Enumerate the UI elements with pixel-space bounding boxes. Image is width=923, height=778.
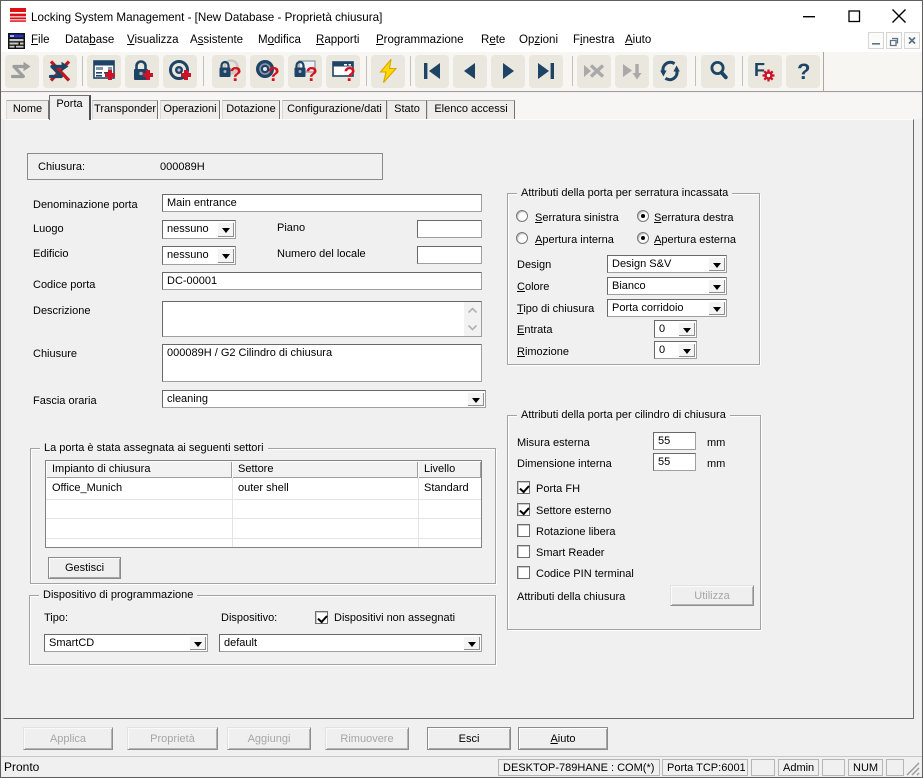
svg-text:?: ? (344, 64, 356, 83)
svg-text:F: F (754, 60, 765, 80)
svg-text:?: ? (306, 64, 318, 83)
svg-text:?: ? (797, 59, 810, 83)
svg-text:?: ? (268, 64, 280, 83)
svg-text:?: ? (230, 64, 242, 83)
